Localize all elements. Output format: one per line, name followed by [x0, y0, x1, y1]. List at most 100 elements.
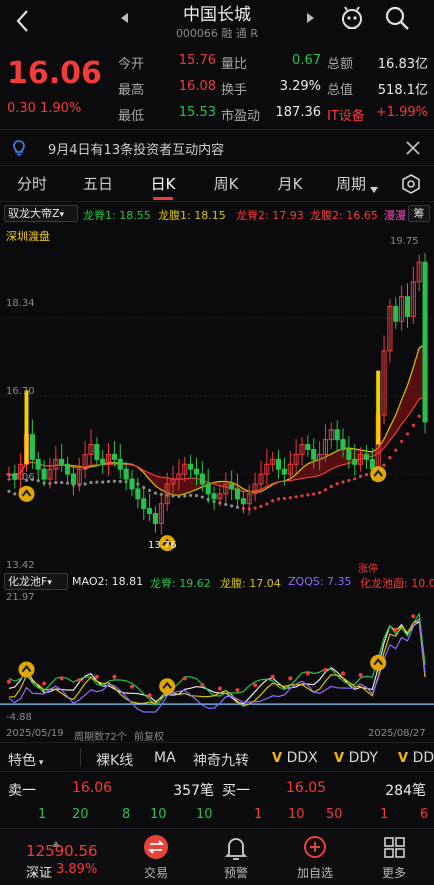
sub-marker-42: [253, 683, 258, 688]
sub-marker-54: [323, 668, 328, 672]
nav-more[interactable]: 更多: [363, 834, 425, 880]
sub-indicator-name: 化龙池F: [8, 575, 48, 588]
main-kline-chart[interactable]: 深圳渡盘 19.75 18.34 16.70 15.06 13.42 13.76: [0, 226, 434, 572]
sub-indicator-legend: 化龙池F▾ MAO2: 18.81 龙脊: 19.62 龙腹: 17.04 ZQ…: [0, 572, 434, 592]
low-label: 最低: [118, 109, 145, 124]
sub-indicator-chart[interactable]: 21.97 -4.88 涨停: [0, 564, 434, 726]
pe-dynamic-value: 187.36: [275, 105, 322, 120]
main-indicator-legend: 驭龙大帝Z▾ 龙脊1: 18.55 龙腹1: 18.15 龙脊2: 17.93 …: [0, 204, 434, 224]
robot-assistant-icon: [342, 6, 362, 29]
index-ticker[interactable]: 12590.56 深证 3.89%: [0, 828, 112, 885]
adjust-mode[interactable]: 前复权: [134, 728, 164, 743]
candle-body-51: [305, 444, 311, 450]
tab-weekly-k[interactable]: 周K: [208, 173, 244, 194]
assistant-button[interactable]: [338, 4, 366, 32]
bulb-icon: [10, 139, 28, 157]
support-dot-51: [306, 493, 310, 497]
support-dot-55: [329, 484, 333, 489]
signal-bar-0: [24, 390, 29, 465]
sub-marker-66: [393, 627, 398, 632]
indicator-tab-ddy[interactable]: V DDY: [334, 750, 378, 766]
period-dropdown-icon[interactable]: [369, 179, 379, 193]
axis-label-mid1: 18.34: [6, 298, 35, 309]
vip-v-icon: V: [334, 751, 349, 766]
sub-marker-48: [288, 676, 293, 681]
next-stock-button[interactable]: [303, 10, 317, 24]
support-dot-67: [400, 439, 404, 443]
period-tabs: 分时 五日 日K 周K 月K 周期: [0, 166, 434, 202]
legend-manman: 漫漫: [384, 209, 406, 222]
chart-settings-button[interactable]: [400, 173, 422, 195]
support-dot-53: [317, 491, 322, 495]
support-dot-14: [89, 480, 93, 485]
candle-body-4: [29, 434, 35, 460]
tab-monthly-k[interactable]: 月K: [272, 173, 308, 194]
nav-alert-label: 预警: [223, 866, 248, 880]
turnover-rate-value: 3.29%: [279, 79, 321, 94]
tab-intraday[interactable]: 分时: [14, 173, 50, 194]
indicator-tab-ddx[interactable]: V DDX: [272, 750, 318, 766]
sell-detail-5: 10: [196, 807, 213, 822]
chip-distribution-button[interactable]: 筹: [408, 205, 430, 222]
sub-indicator-svg: [0, 612, 434, 713]
turnover-rate-label: 换手: [221, 83, 248, 98]
nav-add-watchlist[interactable]: 加自选: [284, 834, 346, 880]
sell-one-label: 卖一: [8, 783, 36, 799]
sell-detail-4: 10: [150, 807, 167, 822]
legend-longfu: 龙腹: 17.04: [220, 577, 281, 590]
support-dot-33: [200, 495, 204, 499]
indicator-tab-bare-k[interactable]: 裸K线: [96, 750, 133, 770]
buy-one-label: 买一: [222, 783, 250, 799]
sub-marker-33: [200, 683, 205, 688]
investor-notice-bar[interactable]: 9月4日有13条投资者互动内容: [0, 130, 434, 166]
high-value: 16.08: [178, 79, 216, 94]
axis-label-mid2: 16.70: [6, 386, 35, 397]
sub-marker-60: [358, 673, 363, 678]
support-dot-50: [300, 494, 304, 498]
legend-hualongchi: 化龙池面: 10.00: [360, 577, 434, 590]
tab-period[interactable]: 周期: [333, 173, 369, 194]
sub-marker-30: [182, 676, 187, 681]
sub-indicator-selector[interactable]: 化龙池F▾: [4, 573, 68, 590]
current-price: 16.06: [7, 56, 102, 91]
sector-link[interactable]: IT设备: [327, 105, 365, 124]
indicator-tab-magic-nine[interactable]: 神奇九转: [193, 750, 249, 770]
date-start: 2025/05/19: [6, 728, 64, 739]
buy-signal-badge-0: [18, 485, 35, 502]
candle-body-71: [422, 261, 428, 423]
search-button[interactable]: [383, 4, 411, 32]
candle-body-22: [135, 488, 141, 500]
indicator-tab-ddy-label: DDY: [348, 750, 378, 766]
vip-v-icon: V: [272, 751, 287, 766]
dropdown-caret-icon: ▾: [47, 578, 52, 588]
indicator-tab-ma[interactable]: MA: [154, 750, 176, 766]
top-bar: 中国长城 000066 融 通 R: [0, 0, 434, 46]
candle-body-59: [352, 458, 358, 465]
quote-panel: 16.06 0.30 1.90% 今开 15.76 量比 0.67 总额 16.…: [0, 46, 434, 130]
tab-five-day[interactable]: 五日: [80, 173, 116, 194]
nav-alert[interactable]: 预警: [205, 834, 267, 880]
candle-body-68: [404, 296, 411, 317]
pe-dynamic-label: 市盈动: [221, 109, 261, 124]
indicator-tab-ddz[interactable]: V DDZ: [398, 750, 434, 766]
order-book[interactable]: 卖一 16.06 357笔 买一 16.05 284笔 1 20 8 10 10…: [0, 774, 434, 828]
longji-line: [8, 612, 426, 707]
candle-body-52: [311, 448, 317, 460]
support-dot-30: [183, 494, 187, 498]
tab-daily-k[interactable]: 日K: [145, 173, 181, 194]
main-indicator-selector[interactable]: 驭龙大帝Z▾: [4, 205, 78, 222]
candle-body-46: [275, 458, 282, 470]
indicator-tab-featured[interactable]: 特色 ▾: [8, 750, 43, 770]
sub-marker-21: [130, 684, 135, 689]
main-overlay-label: 深圳渡盘: [6, 230, 50, 243]
dropdown-caret-icon: ▾: [59, 210, 65, 220]
buy-detail-1: 1: [254, 807, 263, 822]
trend-band: [8, 344, 426, 496]
high-label: 最高: [118, 83, 145, 98]
buy-detail-5: 6: [420, 807, 429, 822]
close-notice-button[interactable]: [404, 139, 422, 157]
support-dot-24: [147, 488, 152, 492]
nav-trade[interactable]: 交易: [125, 834, 187, 880]
sub-marker-24: [147, 693, 152, 698]
support-dot-37: [224, 502, 228, 507]
